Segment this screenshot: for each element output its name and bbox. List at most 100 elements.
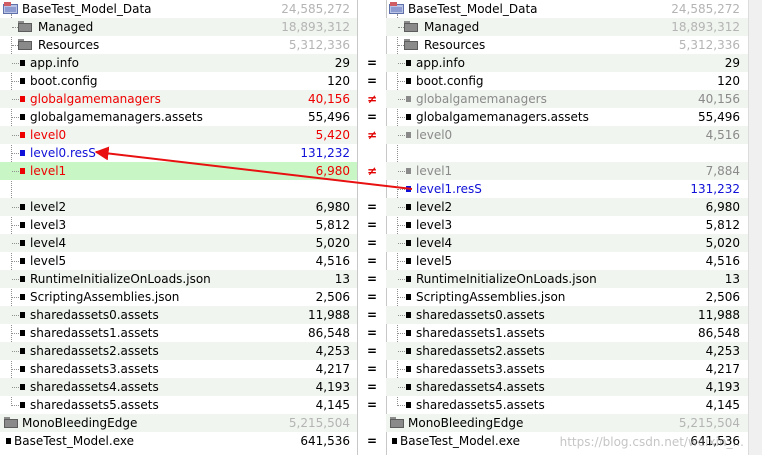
file-row[interactable]: sharedassets0.assets 11,988 [386,306,748,324]
file-row[interactable]: globalgamemanagers.assets 55,496 [386,108,748,126]
item-size: 4,145 [315,398,350,412]
file-row[interactable]: level2 6,980 [386,198,748,216]
folder-row[interactable]: Resources 5,312,336 [0,36,358,54]
tree-branch [398,369,405,370]
folder-row[interactable]: Resources 5,312,336 [386,36,748,54]
file-row[interactable]: level0 4,516 [386,126,748,144]
folder-icon [4,417,18,428]
file-row[interactable]: level1.resS 131,232 [386,180,748,198]
item-name: sharedassets5.assets [30,398,159,412]
file-row[interactable]: sharedassets4.assets 4,193 [386,378,748,396]
tree-branch [12,315,19,316]
file-icon [406,294,411,300]
root-folder-row[interactable]: BaseTest_Model_Data 24,585,272 [386,0,748,18]
item-size: 40,156 [698,92,740,106]
folder-icon [18,21,32,32]
tree-branch [398,207,405,208]
tree-branch [398,225,405,226]
empty-row [0,180,358,198]
item-name: sharedassets0.assets [30,308,159,322]
equal-icon: = [366,398,378,412]
not-equal-icon: ≠ [366,128,378,142]
file-row[interactable]: level4 5,020 [0,234,358,252]
folder-row[interactable]: Managed 18,893,312 [386,18,748,36]
right-folder-pane[interactable]: BaseTest_Model_Data 24,585,272 Managed 18,8… [386,0,748,455]
file-icon [20,312,25,318]
top-folder-row[interactable]: MonoBleedingEdge 5,215,504 [0,414,358,432]
file-row[interactable]: sharedassets1.assets 86,548 [386,324,748,342]
file-icon [20,96,25,102]
equal-icon: = [366,236,378,250]
item-size: 2,506 [705,290,740,304]
file-row[interactable]: sharedassets3.assets 4,217 [386,360,748,378]
item-size: 7,884 [705,164,740,178]
file-row[interactable]: ScriptingAssemblies.json 2,506 [386,288,748,306]
file-row[interactable]: level4 5,020 [386,234,748,252]
file-row[interactable]: RuntimeInitializeOnLoads.json 13 [386,270,748,288]
item-name: sharedassets1.assets [30,326,159,340]
root-folder-row[interactable]: BaseTest_Model_Data 24,585,272 [0,0,358,18]
equal-icon: = [366,200,378,214]
tree-branch [398,63,405,64]
file-icon [20,348,25,354]
tree-branch [12,333,19,334]
file-row[interactable]: boot.config 120 [386,72,748,90]
top-folder-row[interactable]: MonoBleedingEdge 5,215,504 [386,414,748,432]
tree-branch [12,261,19,262]
tree-branch [12,387,19,388]
file-row[interactable]: sharedassets5.assets 4,145 [386,396,748,414]
item-name: level1 [416,164,453,178]
item-name: level5 [30,254,67,268]
file-row[interactable]: level1 6,980 [0,162,358,180]
folder-row[interactable]: Managed 18,893,312 [0,18,358,36]
file-row[interactable]: level5 4,516 [386,252,748,270]
file-row[interactable]: sharedassets2.assets 4,253 [386,342,748,360]
tree-branch [12,297,19,298]
file-row[interactable]: sharedassets0.assets 11,988 [0,306,358,324]
file-row[interactable]: sharedassets4.assets 4,193 [0,378,358,396]
file-row[interactable]: app.info 29 [386,54,748,72]
file-row[interactable]: globalgamemanagers 40,156 [0,90,358,108]
item-size: 641,536 [300,434,350,448]
file-row[interactable]: sharedassets2.assets 4,253 [0,342,358,360]
file-row[interactable]: globalgamemanagers 40,156 [386,90,748,108]
item-name: sharedassets0.assets [416,308,545,322]
file-row[interactable]: sharedassets1.assets 86,548 [0,324,358,342]
equal-icon: = [366,380,378,394]
file-row[interactable]: RuntimeInitializeOnLoads.json 13 [0,270,358,288]
file-icon [406,60,411,66]
item-name: Resources [38,38,100,52]
top-file-row[interactable]: BaseTest_Model.exe 641,536 [0,432,358,450]
folder-icon [404,39,418,50]
file-row[interactable]: level2 6,980 [0,198,358,216]
tree-branch [398,243,405,244]
item-name: sharedassets2.assets [30,344,159,358]
file-row[interactable]: level0.resS 131,232 [0,144,358,162]
compare-gutter: = = ≠ = ≠ ≠ = = = = = = = = = = = = = [358,0,386,455]
file-row[interactable]: level5 4,516 [0,252,358,270]
file-row[interactable]: sharedassets5.assets 4,145 [0,396,358,414]
tree-branch [398,297,405,298]
file-icon [20,168,25,174]
not-equal-icon: ≠ [366,164,378,178]
file-row[interactable]: level3 5,812 [386,216,748,234]
file-row[interactable]: level1 7,884 [386,162,748,180]
file-row[interactable]: ScriptingAssemblies.json 2,506 [0,288,358,306]
file-icon [406,276,411,282]
left-folder-pane[interactable]: BaseTest_Model_Data 24,585,272 Managed 18,8… [0,0,358,455]
file-row[interactable]: app.info 29 [0,54,358,72]
vertical-scrollbar[interactable] [748,0,762,455]
item-name: level2 [416,200,453,214]
file-row[interactable]: level3 5,812 [0,216,358,234]
file-row[interactable]: globalgamemanagers.assets 55,496 [0,108,358,126]
file-icon [406,366,411,372]
file-row[interactable]: sharedassets3.assets 4,217 [0,360,358,378]
file-row[interactable]: boot.config 120 [0,72,358,90]
item-name: level1 [30,164,67,178]
file-row[interactable]: level0 5,420 [0,126,358,144]
tree-branch [12,243,19,244]
item-size: 4,516 [705,254,740,268]
folder-icon [390,417,404,428]
tree-branch [398,279,405,280]
equal-icon: = [366,254,378,268]
